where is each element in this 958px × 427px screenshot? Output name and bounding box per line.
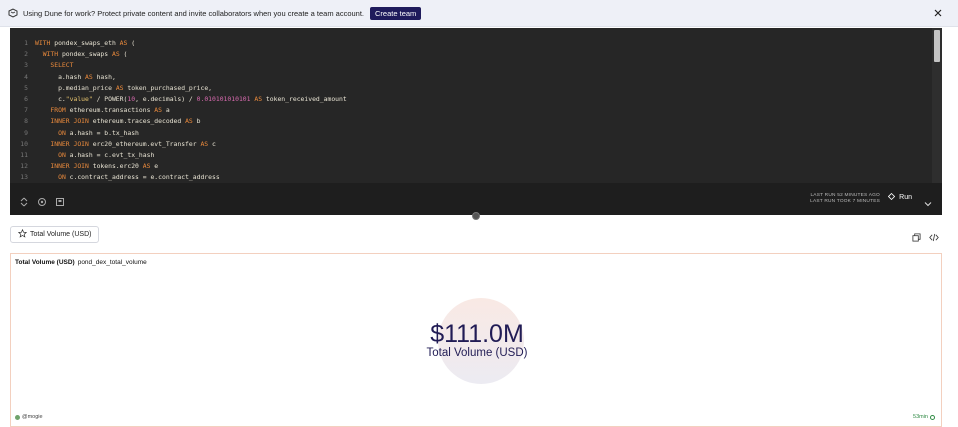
code-line[interactable]: 1 WITH pondex_swaps_eth AS ( [10,38,135,49]
code-text: ON c.contract_address = e.contract_addre… [58,173,220,182]
counter-subtitle: pond_dex_total_volume [77,259,147,266]
line-number: 4 [24,72,28,81]
clock-icon [930,414,935,420]
code-text: WITH pondex_swaps_eth AS ( [35,39,136,47]
author-tag[interactable]: @mogie [15,414,43,420]
line-number: 10 [20,139,28,148]
line-number: 6 [24,95,28,103]
counter-title: Total Volume (USD) [15,259,75,266]
code-text: WITH pondex_swaps AS ( [42,50,128,59]
line-number: 12 [20,162,28,171]
copy-icon[interactable] [912,229,921,247]
last-run-duration: LAST RUN TOOK 7 MINUTES [810,199,880,204]
close-icon[interactable] [933,8,943,18]
code-text: INNER JOIN tokens.erc20 AS e [50,162,159,171]
visual-actions [912,229,939,247]
save-icon[interactable] [55,194,65,206]
settings-icon[interactable] [37,194,47,206]
line-number: 3 [24,61,28,70]
team-banner: Using Dune for work? Protect private con… [0,0,958,27]
code-text: a.hash AS hash, [35,72,116,81]
last-run-info: LAST RUN 52 MINUTES AGO LAST RUN TOOK 7 … [810,193,880,205]
editor-scrollbar[interactable] [932,28,942,183]
query-editor[interactable]: 1 WITH pondex_swaps_eth AS ( 2 WITH pondex… [10,28,942,183]
line-number: 9 [24,128,28,137]
code-text: INNER JOIN erc20_ethereum.evt_Transfer A… [50,139,216,148]
code-text: INNER JOIN ethereum.traces_decoded AS b [50,117,201,126]
code-text: c."value" / POWER(10, e.decimals) / 0.01… [35,95,347,103]
counter-panel: Total Volume (USD) pond_dex_total_volume … [10,253,942,427]
code-text: SELECT [50,61,74,70]
code-line[interactable]: 11 ON a.hash = c.evt_tx_hash [10,150,154,161]
code-text: ON a.hash = b.tx_hash [58,128,139,137]
code-line[interactable]: 8 INNER JOIN ethereum.traces_decoded AS … [10,116,200,127]
tab-label: Total Volume (USD) [30,231,92,238]
code-line[interactable]: 2 WITH pondex_swaps AS ( [10,49,127,60]
create-team-button[interactable]: Create team [370,6,422,20]
counter-value: $111.0M [430,320,524,348]
freshness-badge: 53min [913,414,935,420]
tab-total-volume[interactable]: Total Volume (USD) [10,226,100,243]
line-number: 11 [20,151,28,159]
author-name: @mogie [22,414,43,420]
run-icon [888,192,896,202]
chevron-down-icon[interactable] [924,195,932,207]
counter-label: Total Volume (USD) [426,347,528,359]
dune-logo-icon [8,8,18,18]
code-line[interactable]: 5 p.median_price AS token_purchased_pric… [10,83,212,94]
line-number: 5 [24,83,28,92]
run-label: Run [899,194,912,201]
code-line[interactable]: 9 ON a.hash = b.tx_hash [10,128,139,139]
code-line[interactable]: 7 FROM ethereum.transactions AS a [10,105,170,116]
code-line[interactable]: 10 INNER JOIN erc20_ethereum.evt_Transfe… [10,139,216,150]
avatar [15,414,20,420]
run-button[interactable]: Run [888,192,912,202]
code-line[interactable]: 3 SELECT [10,60,73,71]
age-text: 53min [913,414,928,420]
line-number: 7 [24,106,28,115]
code-line[interactable]: 6 c."value" / POWER(10, e.decimals) / 0.… [10,94,347,105]
resize-handle[interactable] [472,212,480,220]
editor-scroll-thumb[interactable] [934,30,940,62]
embed-code-icon[interactable] [929,229,939,247]
line-number: 1 [24,39,28,47]
code-line[interactable]: 13 ON c.contract_address = e.contract_ad… [10,172,220,183]
editor-toolbar: LAST RUN 52 MINUTES AGO LAST RUN TOOK 7 … [10,183,942,215]
code-text: p.median_price AS token_purchased_price, [35,83,213,92]
star-icon[interactable] [17,228,28,240]
code-line[interactable]: 12 INNER JOIN tokens.erc20 AS e [10,161,158,172]
line-number: 8 [24,117,28,126]
code-text: ON a.hash = c.evt_tx_hash [58,151,155,159]
code-line[interactable]: 4 a.hash AS hash, [10,72,116,83]
banner-message: Using Dune for work? Protect private con… [23,8,365,18]
line-number: 13 [20,173,28,182]
format-icon[interactable] [19,194,29,207]
panel-title: Total Volume (USD) pond_dex_total_volume [15,259,147,266]
line-number: 2 [24,50,28,59]
code-text: FROM ethereum.transactions AS a [50,106,170,115]
